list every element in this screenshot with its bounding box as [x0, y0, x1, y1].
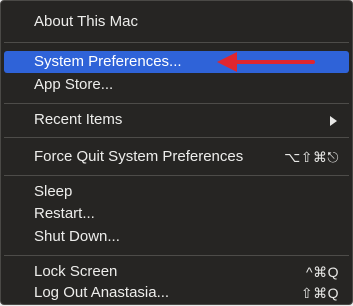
- menu-item-recent-items[interactable]: Recent Items: [4, 109, 349, 131]
- menu-item-label: Log Out Anastasia...: [34, 284, 170, 301]
- menu-item-lock-screen[interactable]: Lock Screen ^⌘Q: [4, 261, 349, 283]
- menu-item-label: About This Mac: [34, 13, 138, 30]
- menu-item-label: Force Quit System Preferences: [34, 148, 244, 165]
- menu-item-sleep[interactable]: Sleep: [4, 181, 349, 203]
- menu-separator: [4, 42, 349, 43]
- chevron-right-icon: [330, 116, 337, 126]
- menu-item-label: Sleep: [34, 183, 73, 200]
- menu-item-log-out[interactable]: Log Out Anastasia... ⇧⌘Q: [4, 282, 349, 304]
- menu-item-label: System Preferences...: [34, 53, 182, 70]
- menu-item-force-quit[interactable]: Force Quit System Preferences ⌥⇧⌘⎋: [4, 146, 349, 168]
- menu-item-label: Recent Items: [34, 111, 123, 128]
- apple-menu: About This Mac System Preferences... App…: [0, 0, 353, 305]
- menu-item-restart[interactable]: Restart...: [4, 203, 349, 225]
- menu-item-shortcut: ⌥⇧⌘⎋: [284, 149, 339, 165]
- menu-item-about-this-mac[interactable]: About This Mac: [4, 11, 349, 33]
- menu-separator: [4, 255, 349, 256]
- menu-separator: [4, 137, 349, 138]
- menu-item-app-store[interactable]: App Store...: [4, 74, 349, 96]
- menu-separator: [4, 175, 349, 176]
- menu-item-label: Restart...: [34, 205, 95, 222]
- menu-separator: [4, 103, 349, 104]
- menu-item-system-preferences[interactable]: System Preferences...: [4, 51, 349, 73]
- menu-item-shortcut: ^⌘Q: [306, 264, 339, 280]
- menu-item-shortcut: ⇧⌘Q: [300, 285, 339, 301]
- menu-item-shut-down[interactable]: Shut Down...: [4, 226, 349, 248]
- menu-item-label: Lock Screen: [34, 263, 118, 280]
- menu-item-label: App Store...: [34, 76, 114, 93]
- menu-item-label: Shut Down...: [34, 228, 120, 245]
